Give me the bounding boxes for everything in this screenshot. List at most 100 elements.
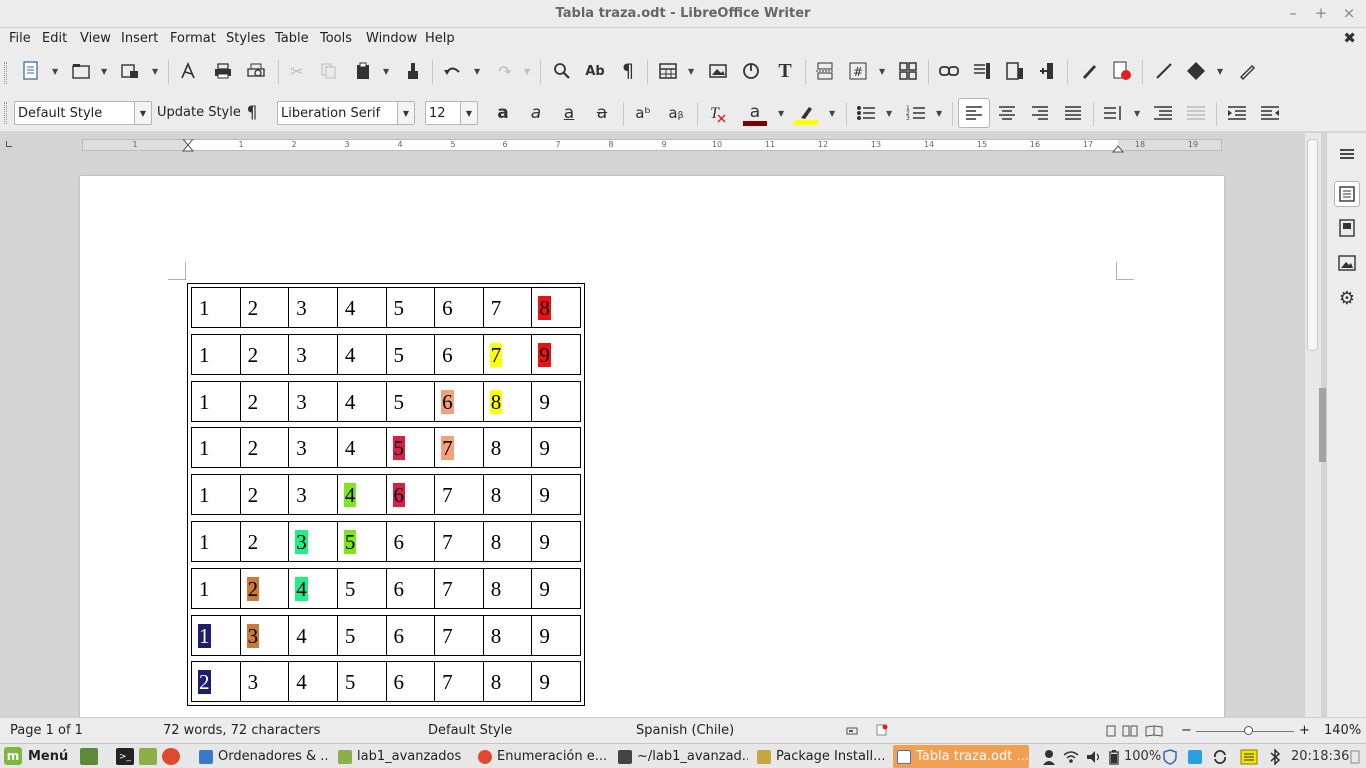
menu-view[interactable]: View <box>80 31 111 46</box>
table-cell[interactable]: 2 <box>241 428 290 468</box>
table-cell[interactable]: 8 <box>484 615 533 655</box>
copy-icon[interactable] <box>318 60 340 82</box>
table-cell[interactable]: 6 <box>435 334 484 374</box>
close-document-button[interactable]: ✖ <box>1343 29 1356 47</box>
close-window-button[interactable]: × <box>1342 4 1356 22</box>
bullet-dropdown-icon[interactable]: ▼ <box>886 109 892 118</box>
table-cell[interactable]: 9 <box>532 569 580 608</box>
table-cell[interactable]: 7 <box>484 334 533 374</box>
table-cell[interactable]: 8 <box>484 475 533 515</box>
table-cell[interactable]: 9 <box>532 616 580 655</box>
table-cell[interactable]: 9 <box>532 662 580 701</box>
selection-mode-icon[interactable] <box>846 725 858 740</box>
table-row[interactable]: 2 3 4 5 6 7 8 9 <box>191 661 581 703</box>
table-cell[interactable]: 4 <box>338 334 387 374</box>
table-cell[interactable]: 6 <box>387 475 436 515</box>
table-cell[interactable]: 7 <box>435 428 484 468</box>
table-cell[interactable]: 1 <box>192 475 241 515</box>
field-dropdown-icon[interactable]: ▼ <box>879 67 885 76</box>
templates-dropdown-icon[interactable]: ▼ <box>152 67 158 76</box>
table-cell[interactable]: 9 <box>532 522 580 561</box>
table-cell[interactable]: 5 <box>338 568 387 608</box>
table-cell[interactable]: 1 <box>192 381 241 421</box>
table-cell[interactable]: 1 <box>192 288 241 327</box>
draw-line-icon[interactable] <box>1153 60 1175 82</box>
find-replace-icon[interactable] <box>551 60 573 82</box>
insert-bookmark-icon[interactable] <box>1037 60 1059 82</box>
table-cell[interactable]: 6 <box>435 381 484 421</box>
battery-percent[interactable]: 100% <box>1124 748 1161 765</box>
redo-icon[interactable]: ↷ <box>494 60 516 82</box>
chevron-down-icon[interactable]: ▼ <box>397 102 414 124</box>
language[interactable]: Spanish (Chile) <box>636 723 734 738</box>
table-cell[interactable]: 8 <box>532 288 580 327</box>
font-color-icon[interactable]: a <box>743 102 767 128</box>
print-preview-icon[interactable] <box>245 60 267 82</box>
menu-table[interactable]: Table <box>275 31 309 46</box>
insert-field-icon[interactable]: # <box>847 60 869 82</box>
increase-indent-icon[interactable] <box>1226 102 1248 124</box>
task-button-active[interactable]: Tabla traza.odt ... <box>893 745 1029 768</box>
align-right-icon[interactable] <box>1029 102 1051 124</box>
table-cell[interactable]: 5 <box>387 334 436 374</box>
table-cell[interactable]: 4 <box>289 662 338 702</box>
table-cell[interactable]: 4 <box>338 428 387 468</box>
highlight-dropdown-icon[interactable]: ▼ <box>829 109 835 118</box>
chrome-icon[interactable] <box>162 748 180 765</box>
line-spacing-dropdown-icon[interactable]: ▼ <box>1134 109 1140 118</box>
special-character-icon[interactable] <box>897 60 919 82</box>
table-cell[interactable]: 9 <box>532 428 580 467</box>
paste-icon[interactable] <box>352 60 374 82</box>
minimize-button[interactable]: – <box>1286 4 1300 22</box>
scrollbar-thumb[interactable] <box>1307 139 1318 351</box>
table-cell[interactable]: 3 <box>289 475 338 515</box>
table-row[interactable]: 1 2 3 5 6 7 8 9 <box>191 520 581 562</box>
show-draw-functions-icon[interactable] <box>1236 60 1258 82</box>
align-center-icon[interactable] <box>996 102 1018 124</box>
table-cell[interactable]: 7 <box>435 662 484 702</box>
font-color-dropdown-icon[interactable]: ▼ <box>778 109 784 118</box>
table-cell[interactable]: 5 <box>338 662 387 702</box>
numbered-dropdown-icon[interactable]: ▼ <box>936 109 942 118</box>
insert-textbox-icon[interactable]: T <box>774 60 796 82</box>
shapes-dropdown-icon[interactable]: ▼ <box>1217 67 1223 76</box>
table-cell[interactable]: 9 <box>532 475 580 514</box>
sidebar-collapse-handle[interactable] <box>1319 388 1326 462</box>
update-style-button[interactable]: Update Style <box>157 105 241 120</box>
toolbar-grip[interactable] <box>4 62 7 84</box>
tab-stop-selector-icon[interactable] <box>6 141 12 147</box>
open-dropdown-icon[interactable]: ▼ <box>101 67 107 76</box>
table-cell[interactable]: 4 <box>289 615 338 655</box>
update-manager-icon[interactable] <box>1187 748 1203 765</box>
clone-formatting-icon[interactable] <box>402 60 424 82</box>
table-cell[interactable]: 4 <box>338 288 387 327</box>
table-cell[interactable]: 3 <box>241 615 290 655</box>
table-cell[interactable]: 4 <box>338 381 387 421</box>
table-cell[interactable]: 1 <box>192 428 241 468</box>
table-cell[interactable]: 8 <box>484 662 533 702</box>
document-workspace[interactable]: 1 2 3 4 5 6 7 8 1 2 3 4 5 6 7 9 1 2 3 4 5 6 8 9 1 2 3 4 5 7 8 9 1 2 3 4 6 7 8 9… <box>0 155 1305 717</box>
menu-format[interactable]: Format <box>170 31 216 46</box>
table-cell[interactable]: 5 <box>387 428 436 468</box>
zoom-slider-knob[interactable] <box>1244 726 1253 735</box>
table-cell[interactable]: 2 <box>241 334 290 374</box>
table-cell[interactable]: 2 <box>241 568 290 608</box>
task-button[interactable]: ~/lab1_avanzad... <box>614 745 748 768</box>
clear-formatting-icon[interactable]: T <box>706 102 728 124</box>
insert-page-break-icon[interactable] <box>814 60 836 82</box>
table-cell[interactable]: 2 <box>241 475 290 515</box>
table-cell[interactable]: 2 <box>241 521 290 561</box>
insert-table-icon[interactable] <box>657 60 679 82</box>
line-spacing-icon[interactable] <box>1102 102 1124 124</box>
print-icon[interactable] <box>212 60 234 82</box>
chevron-down-icon[interactable]: ▼ <box>134 102 151 124</box>
table-cell[interactable]: 3 <box>289 428 338 468</box>
track-changes-icon[interactable] <box>1078 60 1100 82</box>
battery-icon[interactable] <box>1108 748 1120 765</box>
task-button[interactable]: Package Install... <box>753 745 889 768</box>
bold-icon[interactable]: a <box>492 102 514 124</box>
volume-icon[interactable] <box>1086 748 1102 765</box>
highlight-color-icon[interactable] <box>794 102 818 128</box>
table-cell[interactable]: 8 <box>484 521 533 561</box>
table-cell[interactable]: 2 <box>241 381 290 421</box>
